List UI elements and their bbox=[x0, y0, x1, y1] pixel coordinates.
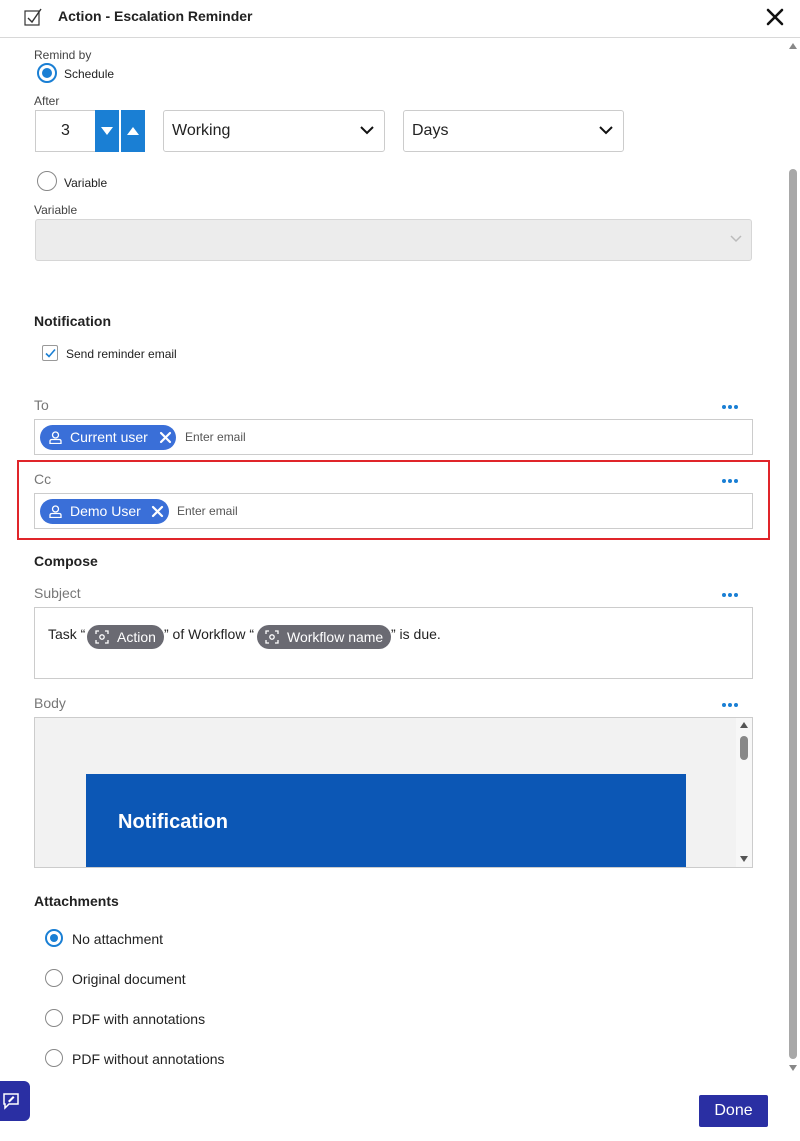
dialog-scrollbar[interactable] bbox=[787, 39, 800, 1079]
check-icon bbox=[45, 348, 56, 358]
workflow-name-token[interactable]: Workflow name bbox=[257, 625, 391, 649]
attachment-option-label: PDF without annotations bbox=[72, 1051, 225, 1067]
variable-field-label: Variable bbox=[34, 203, 78, 217]
to-chip-label: Current user bbox=[70, 429, 148, 445]
user-icon bbox=[49, 431, 62, 444]
attachment-radio-pdf-no-annotations[interactable] bbox=[45, 1049, 63, 1067]
working-type-select[interactable]: Working bbox=[163, 110, 385, 152]
action-token-label: Action bbox=[117, 629, 156, 645]
feedback-icon bbox=[3, 1093, 19, 1110]
scroll-up-icon[interactable] bbox=[789, 43, 797, 49]
remove-chip-icon[interactable] bbox=[151, 505, 164, 518]
chevron-down-icon bbox=[360, 126, 374, 135]
variable-token-icon bbox=[265, 630, 279, 644]
dialog-header: Action - Escalation Reminder bbox=[0, 0, 800, 38]
cc-chip-label: Demo User bbox=[70, 503, 141, 519]
schedule-radio-label: Schedule bbox=[64, 67, 115, 81]
subject-text: Task “ bbox=[48, 626, 86, 642]
user-icon bbox=[49, 505, 62, 518]
scroll-down-icon[interactable] bbox=[789, 1065, 797, 1071]
notification-section-title: Notification bbox=[34, 313, 111, 329]
after-value-input[interactable]: 3 bbox=[35, 110, 95, 152]
cc-chip: Demo User bbox=[40, 499, 169, 524]
attachments-section-title: Attachments bbox=[34, 893, 119, 909]
to-label: To bbox=[34, 397, 49, 413]
to-email-input[interactable] bbox=[185, 428, 585, 446]
scroll-down-icon[interactable] bbox=[740, 856, 748, 862]
body-banner-title: Notification bbox=[118, 811, 228, 833]
increment-button[interactable] bbox=[121, 110, 145, 152]
variable-select bbox=[35, 219, 752, 261]
dialog-body: Remind by Schedule After 3 Working Days … bbox=[0, 39, 800, 1141]
variable-radio-label: Variable bbox=[64, 176, 108, 190]
attachment-option-label: No attachment bbox=[72, 931, 164, 947]
body-scroll-thumb[interactable] bbox=[740, 736, 748, 760]
attachment-radio-original[interactable] bbox=[45, 969, 63, 987]
close-icon[interactable] bbox=[764, 6, 786, 28]
attachment-radio-pdf-annotations[interactable] bbox=[45, 1009, 63, 1027]
feedback-button[interactable] bbox=[0, 1081, 30, 1121]
checkbox-edit-icon bbox=[24, 8, 42, 26]
subject-text: ” of Workflow “ bbox=[164, 626, 254, 642]
subject-more-options-icon[interactable] bbox=[722, 590, 742, 600]
attachment-radio-none[interactable] bbox=[45, 929, 63, 947]
chevron-down-icon bbox=[599, 126, 613, 135]
scroll-up-icon[interactable] bbox=[740, 722, 748, 728]
arrow-up-icon bbox=[127, 127, 139, 135]
body-banner: Notification bbox=[86, 774, 686, 867]
time-unit-select[interactable]: Days bbox=[403, 110, 624, 152]
decrement-button[interactable] bbox=[95, 110, 119, 152]
cc-label: Cc bbox=[34, 471, 52, 487]
schedule-radio[interactable] bbox=[37, 63, 57, 83]
arrow-down-icon bbox=[101, 127, 113, 135]
body-scrollbar[interactable] bbox=[736, 718, 752, 867]
variable-radio[interactable] bbox=[37, 171, 57, 191]
compose-section-title: Compose bbox=[34, 553, 98, 569]
cc-email-field[interactable]: Demo User bbox=[34, 493, 753, 529]
subject-text: ” is due. bbox=[391, 626, 441, 642]
body-editor[interactable]: Notification bbox=[34, 717, 753, 868]
action-token[interactable]: Action bbox=[87, 625, 164, 649]
remove-chip-icon[interactable] bbox=[159, 431, 172, 444]
attachment-option-label: Original document bbox=[72, 971, 186, 987]
time-unit-value: Days bbox=[412, 122, 449, 139]
dialog-scroll-thumb[interactable] bbox=[789, 169, 797, 1059]
to-chip: Current user bbox=[40, 425, 176, 450]
done-button[interactable]: Done bbox=[699, 1095, 768, 1127]
attachment-option-label: PDF with annotations bbox=[72, 1011, 206, 1027]
to-email-field[interactable]: Current user bbox=[34, 419, 753, 455]
variable-token-icon bbox=[95, 630, 109, 644]
after-label: After bbox=[34, 94, 60, 108]
send-reminder-label: Send reminder email bbox=[66, 347, 177, 361]
cc-email-input[interactable] bbox=[177, 502, 577, 520]
to-more-options-icon[interactable] bbox=[722, 402, 742, 412]
chevron-down-icon bbox=[730, 235, 742, 243]
remind-by-label: Remind by bbox=[34, 48, 92, 62]
dialog-title: Action - Escalation Reminder bbox=[58, 8, 253, 24]
subject-label: Subject bbox=[34, 585, 81, 601]
working-type-value: Working bbox=[172, 122, 231, 139]
body-label: Body bbox=[34, 695, 66, 711]
subject-field[interactable]: Task “ Action ” of Workflow “ Workflow n… bbox=[34, 607, 753, 679]
send-reminder-checkbox[interactable] bbox=[42, 345, 58, 361]
body-more-options-icon[interactable] bbox=[722, 700, 742, 710]
workflow-name-token-label: Workflow name bbox=[287, 629, 384, 645]
cc-more-options-icon[interactable] bbox=[722, 476, 742, 486]
